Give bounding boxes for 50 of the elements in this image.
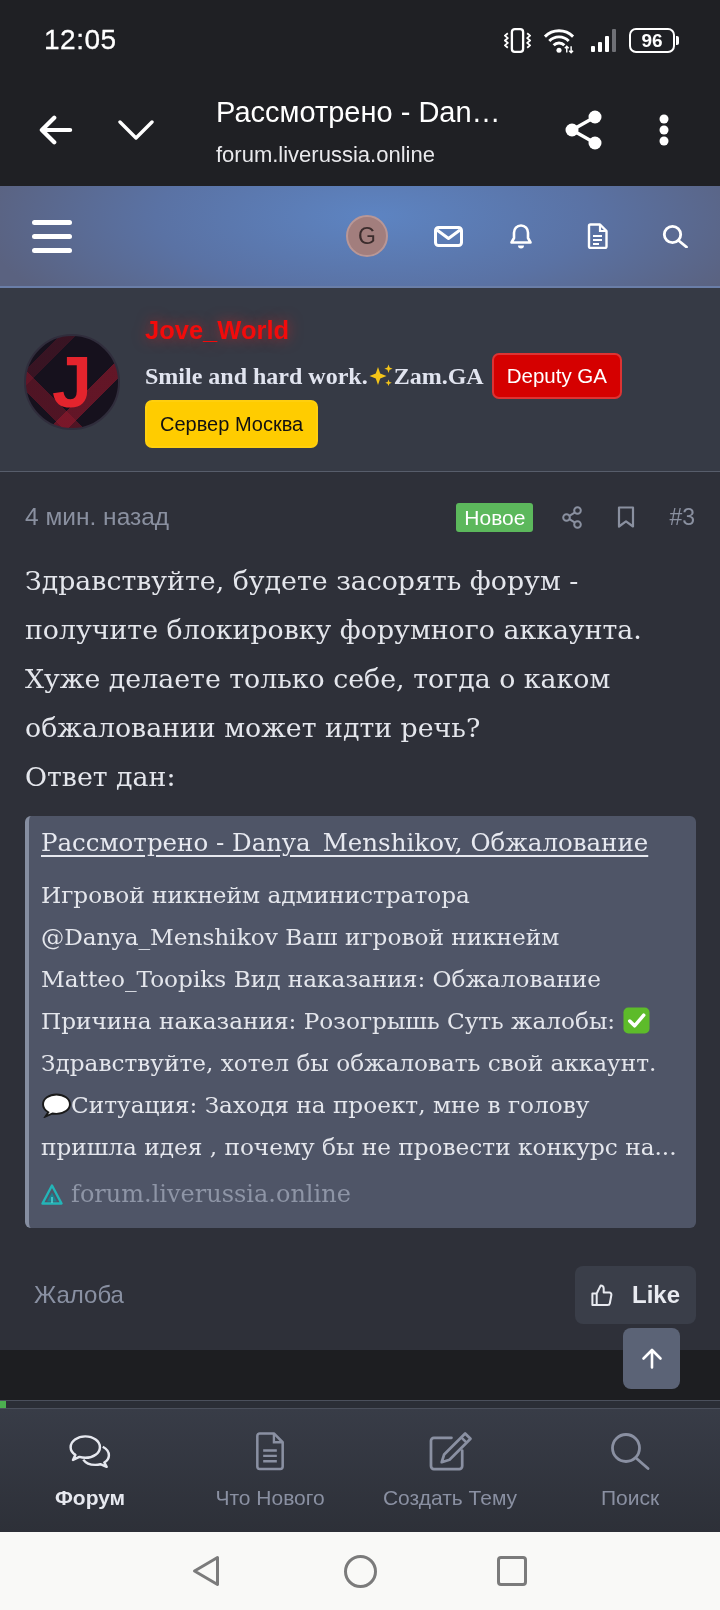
clock-time: 12:05	[44, 24, 117, 56]
thumbs-up-icon	[589, 1283, 613, 1307]
page-url: forum.liverussia.online	[216, 141, 436, 169]
post-text: Ответ дан:	[25, 760, 177, 794]
scroll-to-top-button[interactable]	[623, 1328, 680, 1389]
post-text: Здравствуйте, будете засорять форум - получите блокировку форумного аккаунта. Хуже делаете только себе, тогда о каком обжаловании может идти речь?	[25, 564, 643, 745]
home-icon[interactable]	[344, 1554, 377, 1588]
more-options-icon[interactable]	[659, 114, 669, 146]
back-arrow-icon[interactable]	[39, 115, 73, 145]
recent-apps-icon[interactable]	[497, 1556, 527, 1586]
document-icon[interactable]	[587, 223, 608, 249]
user-badge: Deputy GA	[491, 353, 622, 399]
chat-bubbles-icon	[67, 1434, 113, 1468]
search-icon	[610, 1432, 650, 1470]
post-time: 4 мин. назад	[25, 502, 170, 532]
report-link[interactable]: Жалоба	[34, 1280, 124, 1310]
bell-icon[interactable]	[509, 222, 533, 250]
account-avatar[interactable]: G	[346, 215, 388, 257]
post-number-link[interactable]: #3	[669, 502, 695, 532]
user-title: Smile and hard work. Zam.GA	[145, 362, 484, 391]
battery-indicator: 96	[629, 27, 679, 53]
chevron-down-icon[interactable]	[118, 120, 154, 140]
bottom-nav-item[interactable]: Что Нового	[180, 1409, 360, 1532]
wifi-icon	[543, 26, 575, 54]
preview-site-name: forum.liverussia.online	[71, 1179, 351, 1209]
arrow-up-icon	[640, 1348, 663, 1369]
like-button[interactable]: Like	[574, 1266, 696, 1324]
bottom-nav-item[interactable]: Форум	[0, 1409, 180, 1532]
back-icon[interactable]	[192, 1555, 220, 1587]
share-icon[interactable]	[565, 110, 602, 150]
menu-icon[interactable]	[32, 219, 72, 253]
signal-icon	[590, 27, 618, 53]
pencil-square-icon	[427, 1431, 473, 1471]
user-badge: Сервер Москва	[145, 400, 319, 448]
page-title: Рассмотрено - Dan…	[216, 95, 502, 129]
check-mark-icon	[622, 1007, 650, 1034]
bottom-nav-item[interactable]: Поиск	[540, 1409, 720, 1532]
vibrate-icon	[503, 25, 532, 55]
user-name[interactable]: Jove_World	[145, 315, 290, 345]
preview-excerpt: Игровой никнейм администратора @Danya_Menshikov Ваш игровой никнейм Matteo_Toopiks Вид наказания: Обжалование Причина наказания: Розогрышь Суть жалобы: Здравствуйте, хотел бы обжаловать свой аккаунт. Ситуация: Заходя на проект, мне в голову пришла идея , почему бы не провести конкурс на...	[41, 880, 678, 1162]
speech-bubble-icon	[41, 1093, 71, 1118]
user-avatar: J	[24, 333, 120, 430]
preview-title-link[interactable]: Рассмотрено - Danya_Menshikov, Обжалование	[41, 825, 649, 861]
new-label: Новое	[456, 502, 534, 532]
bottom-nav-item[interactable]: Создать Тему	[360, 1409, 540, 1532]
mail-icon[interactable]	[434, 225, 463, 247]
document-icon	[255, 1431, 285, 1471]
triangle-logo-icon	[41, 1183, 63, 1205]
bookmark-icon[interactable]	[617, 506, 636, 528]
search-icon[interactable]	[662, 224, 688, 248]
